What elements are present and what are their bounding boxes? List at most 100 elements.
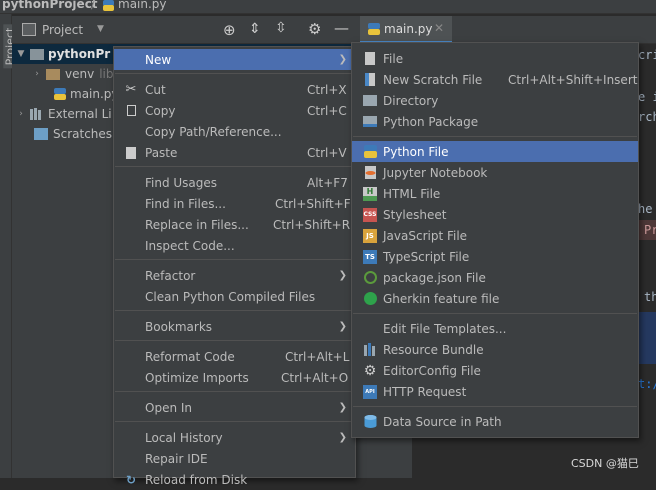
submenu-item-new-scratch-file[interactable]: New Scratch File Ctrl+Alt+Shift+Insert <box>352 69 638 90</box>
menu-item-copy-path[interactable]: Copy Path/Reference... <box>114 121 355 142</box>
tree-item-external-libraries[interactable]: › External Li <box>16 104 111 124</box>
chevron-down-icon[interactable]: ▼ <box>97 24 104 34</box>
tree-item-venv[interactable]: › venv lib <box>32 64 114 84</box>
code-fragment: e i <box>638 90 656 104</box>
folder-icon <box>30 48 44 60</box>
menu-item-label: Stylesheet <box>383 207 447 222</box>
menu-separator <box>115 310 354 311</box>
submenu-item-package-json[interactable]: package.json File <box>352 267 638 288</box>
code-fragment: t:// <box>638 377 656 391</box>
submenu-item-javascript-file[interactable]: JS JavaScript File <box>352 225 638 246</box>
submenu-item-stylesheet[interactable]: CSS Stylesheet <box>352 204 638 225</box>
submenu-item-data-source-in-path[interactable]: Data Source in Path <box>352 411 638 432</box>
submenu-item-jupyter-notebook[interactable]: Jupyter Notebook <box>352 162 638 183</box>
menu-item-label: Copy Path/Reference... <box>145 124 282 139</box>
menu-item-label: Repair IDE <box>145 451 208 466</box>
chevron-right-icon[interactable]: › <box>16 109 26 119</box>
css-icon: CSS <box>363 207 377 222</box>
menu-item-copy[interactable]: Copy Ctrl+C <box>114 100 355 121</box>
menu-item-local-history[interactable]: Local History ❯ <box>114 427 355 448</box>
submenu-item-python-package[interactable]: Python Package <box>352 111 638 132</box>
menu-separator <box>353 313 637 314</box>
project-view-icon <box>22 23 36 36</box>
code-fragment: th <box>644 290 656 304</box>
hide-panel-icon[interactable]: — <box>334 19 349 37</box>
menu-item-label: Replace in Files... <box>145 217 249 232</box>
submenu-item-resource-bundle[interactable]: Resource Bundle <box>352 339 638 360</box>
expand-all-icon[interactable]: ⇕ <box>249 21 261 37</box>
menu-item-label: TypeScript File <box>383 249 470 264</box>
menu-item-find-in-files[interactable]: Find in Files... Ctrl+Shift+F <box>114 193 355 214</box>
chevron-right-icon[interactable]: › <box>32 69 42 79</box>
submenu-item-python-file[interactable]: Python File <box>352 141 638 162</box>
python-file-icon <box>368 23 380 35</box>
menu-item-label: Local History <box>145 430 223 445</box>
tab-main-py[interactable]: main.py ✕ <box>360 16 452 44</box>
library-root-suffix: lib <box>99 67 114 81</box>
menu-item-reformat-code[interactable]: Reformat Code Ctrl+Alt+L <box>114 346 355 367</box>
tree-item-main-py[interactable]: main.py <box>54 84 119 104</box>
submenu-item-typescript-file[interactable]: TS TypeScript File <box>352 246 638 267</box>
menu-item-label: Open In <box>145 400 193 415</box>
breadcrumb-project[interactable]: pythonProject <box>2 0 98 11</box>
chevron-down-icon[interactable]: ▼ <box>16 49 26 59</box>
menu-item-cut[interactable]: ✂ Cut Ctrl+X <box>114 79 355 100</box>
menu-item-new[interactable]: New ❯ <box>114 49 355 70</box>
menu-item-find-usages[interactable]: Find Usages Alt+F7 <box>114 172 355 193</box>
watermark: CSDN @猫巳 <box>571 457 639 470</box>
submenu-item-html-file[interactable]: H HTML File <box>352 183 638 204</box>
menu-item-shortcut: Ctrl+Alt+L <box>285 349 350 364</box>
library-icon <box>30 108 44 120</box>
menu-item-clean-python-compiled[interactable]: Clean Python Compiled Files <box>114 286 355 307</box>
package-icon <box>363 115 377 129</box>
menu-item-label: Copy <box>145 103 176 118</box>
js-icon: JS <box>363 228 377 243</box>
project-view-title[interactable]: Project <box>42 23 83 37</box>
context-menu: New ❯ ✂ Cut Ctrl+X Copy Ctrl+C Copy Path… <box>113 46 356 487</box>
submenu-item-file[interactable]: File <box>352 48 638 69</box>
code-fragment: rch <box>638 110 656 124</box>
gear-icon[interactable]: ⚙ <box>308 20 321 38</box>
menu-item-label: Find Usages <box>145 175 218 190</box>
menu-item-open-in[interactable]: Open In ❯ <box>114 397 355 418</box>
python-file-icon <box>103 0 114 11</box>
menu-item-bookmarks[interactable]: Bookmarks ❯ <box>114 316 355 337</box>
menu-item-label: Bookmarks <box>145 319 213 334</box>
breadcrumb-file[interactable]: main.py <box>118 0 167 11</box>
menu-item-label: package.json File <box>383 270 486 285</box>
menu-item-label: EditorConfig File <box>383 363 481 378</box>
folder-icon <box>363 94 377 108</box>
tree-item-scratches[interactable]: Scratches <box>34 124 112 144</box>
menu-item-reload-from-disk[interactable]: ↻ Reload from Disk <box>114 469 355 490</box>
menu-item-shortcut: Ctrl+V <box>307 145 347 160</box>
close-icon[interactable]: ✕ <box>434 21 444 35</box>
menu-item-shortcut: Ctrl+Shift+F <box>275 196 351 211</box>
menu-item-paste[interactable]: Paste Ctrl+V <box>114 142 355 163</box>
menu-separator <box>353 406 637 407</box>
menu-item-repair-ide[interactable]: Repair IDE <box>114 448 355 469</box>
submenu-item-gherkin-feature[interactable]: Gherkin feature file <box>352 288 638 309</box>
locate-file-icon[interactable]: ⊕ <box>223 21 236 39</box>
file-icon <box>363 52 377 66</box>
menu-item-label: Python File <box>383 144 449 159</box>
scratch-file-icon <box>363 73 377 87</box>
menu-item-optimize-imports[interactable]: Optimize Imports Ctrl+Alt+O <box>114 367 355 388</box>
menu-item-replace-in-files[interactable]: Replace in Files... Ctrl+Shift+R <box>114 214 355 235</box>
collapse-all-icon[interactable]: ⇳ <box>275 20 287 36</box>
copy-icon <box>124 104 138 118</box>
menu-item-label: Paste <box>145 145 178 160</box>
navigation-bar: pythonProject / main.py <box>0 0 656 14</box>
menu-item-label: New <box>145 52 172 67</box>
submenu-item-editorconfig[interactable]: ⚙ EditorConfig File <box>352 360 638 381</box>
menu-item-label: Inspect Code... <box>145 238 235 253</box>
menu-item-refactor[interactable]: Refactor ❯ <box>114 265 355 286</box>
gherkin-icon <box>363 292 377 306</box>
menu-item-shortcut: Ctrl+Shift+R <box>273 217 351 232</box>
submenu-item-http-request[interactable]: API HTTP Request <box>352 381 638 402</box>
tree-item-label: main.py <box>70 87 119 101</box>
menu-item-inspect-code[interactable]: Inspect Code... <box>114 235 355 256</box>
submenu-item-edit-file-templates[interactable]: Edit File Templates... <box>352 318 638 339</box>
project-panel-header: Project ▼ ⊕ ⇕ ⇳ ⚙ — <box>12 16 356 44</box>
jupyter-icon <box>363 166 377 180</box>
submenu-item-directory[interactable]: Directory <box>352 90 638 111</box>
